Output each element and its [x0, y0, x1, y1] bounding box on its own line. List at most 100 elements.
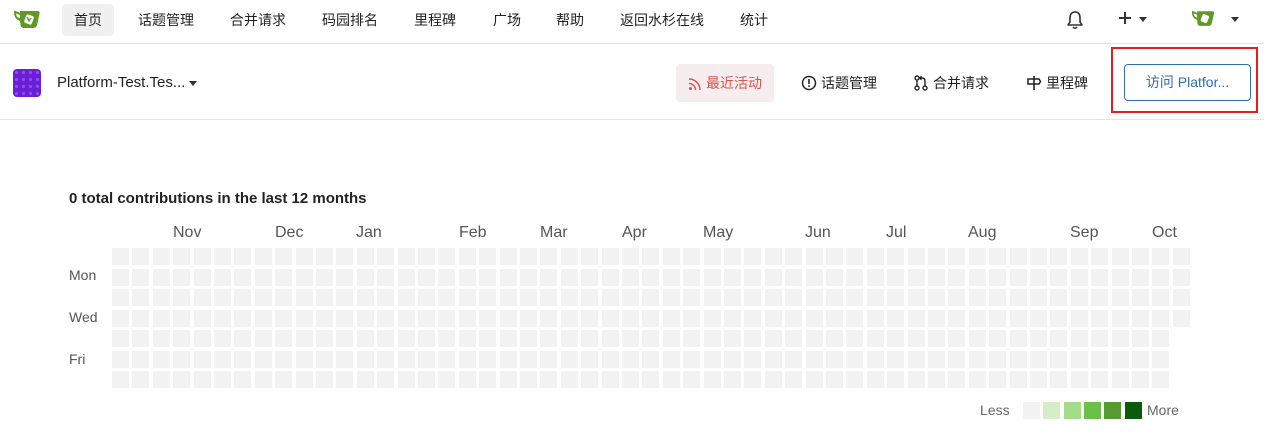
- contribution-day-cell[interactable]: [112, 309, 129, 327]
- contribution-day-cell[interactable]: [214, 371, 231, 388]
- contribution-day-cell[interactable]: [744, 268, 762, 286]
- contribution-day-cell[interactable]: [703, 330, 721, 347]
- contribution-day-cell[interactable]: [866, 330, 884, 347]
- tab-recent-activity[interactable]: 最近活动: [676, 64, 774, 102]
- contribution-day-cell[interactable]: [479, 289, 497, 306]
- contribution-day-cell[interactable]: [724, 289, 741, 306]
- contribution-day-cell[interactable]: [316, 289, 333, 306]
- contribution-day-cell[interactable]: [132, 371, 150, 388]
- contribution-day-cell[interactable]: [928, 289, 945, 306]
- contribution-day-cell[interactable]: [458, 350, 476, 368]
- contribution-day-cell[interactable]: [316, 309, 333, 327]
- repo-avatar[interactable]: [13, 69, 41, 97]
- contribution-day-cell[interactable]: [356, 289, 374, 306]
- visit-repo-button[interactable]: 访问 Platfor...: [1124, 64, 1251, 101]
- contribution-day-cell[interactable]: [1009, 268, 1027, 286]
- contribution-day-cell[interactable]: [560, 371, 578, 388]
- contribution-day-cell[interactable]: [622, 289, 639, 306]
- contribution-day-cell[interactable]: [622, 268, 639, 286]
- contribution-day-cell[interactable]: [642, 248, 660, 265]
- contribution-day-cell[interactable]: [173, 268, 191, 286]
- contribution-day-cell[interactable]: [438, 309, 456, 327]
- contribution-day-cell[interactable]: [683, 268, 701, 286]
- contribution-day-cell[interactable]: [377, 268, 395, 286]
- contribution-day-cell[interactable]: [540, 268, 558, 286]
- contribution-day-cell[interactable]: [112, 268, 129, 286]
- contribution-day-cell[interactable]: [520, 371, 537, 388]
- contribution-day-cell[interactable]: [948, 289, 966, 306]
- contribution-day-cell[interactable]: [989, 248, 1007, 265]
- contribution-day-cell[interactable]: [1111, 309, 1129, 327]
- contribution-day-cell[interactable]: [336, 371, 354, 388]
- contribution-day-cell[interactable]: [948, 248, 966, 265]
- contribution-day-cell[interactable]: [173, 309, 191, 327]
- contribution-day-cell[interactable]: [805, 330, 823, 347]
- contribution-day-cell[interactable]: [112, 289, 129, 306]
- contribution-day-cell[interactable]: [744, 330, 762, 347]
- contribution-day-cell[interactable]: [724, 248, 741, 265]
- contribution-day-cell[interactable]: [989, 371, 1007, 388]
- contribution-day-cell[interactable]: [1030, 289, 1047, 306]
- nav-item-5[interactable]: 广场: [481, 4, 533, 36]
- contribution-day-cell[interactable]: [724, 309, 741, 327]
- contribution-day-cell[interactable]: [1030, 248, 1047, 265]
- contribution-day-cell[interactable]: [1030, 268, 1047, 286]
- contribution-day-cell[interactable]: [989, 350, 1007, 368]
- contribution-day-cell[interactable]: [295, 371, 313, 388]
- contribution-day-cell[interactable]: [1152, 268, 1170, 286]
- contribution-day-cell[interactable]: [356, 268, 374, 286]
- contribution-day-cell[interactable]: [989, 268, 1007, 286]
- contribution-day-cell[interactable]: [275, 289, 293, 306]
- contribution-day-cell[interactable]: [1132, 248, 1149, 265]
- nav-item-1[interactable]: 话题管理: [126, 4, 206, 36]
- nav-item-3[interactable]: 码园排名: [310, 4, 390, 36]
- contribution-day-cell[interactable]: [295, 268, 313, 286]
- tab-milestones[interactable]: 里程碑: [1026, 64, 1088, 102]
- contribution-day-cell[interactable]: [1070, 330, 1088, 347]
- contribution-day-cell[interactable]: [662, 330, 680, 347]
- contribution-day-cell[interactable]: [805, 268, 823, 286]
- contribution-day-cell[interactable]: [581, 268, 599, 286]
- contribution-day-cell[interactable]: [1111, 350, 1129, 368]
- contribution-day-cell[interactable]: [316, 371, 333, 388]
- contribution-day-cell[interactable]: [601, 330, 619, 347]
- contribution-day-cell[interactable]: [173, 350, 191, 368]
- contribution-day-cell[interactable]: [152, 268, 170, 286]
- contribution-day-cell[interactable]: [907, 330, 925, 347]
- nav-item-8[interactable]: 统计: [728, 4, 780, 36]
- contribution-day-cell[interactable]: [662, 268, 680, 286]
- contribution-day-cell[interactable]: [887, 268, 905, 286]
- contribution-day-cell[interactable]: [622, 248, 639, 265]
- contribution-day-cell[interactable]: [928, 309, 945, 327]
- contribution-day-cell[interactable]: [948, 371, 966, 388]
- contribution-day-cell[interactable]: [499, 248, 517, 265]
- contribution-day-cell[interactable]: [683, 289, 701, 306]
- contribution-day-cell[interactable]: [1070, 371, 1088, 388]
- contribution-day-cell[interactable]: [560, 350, 578, 368]
- contribution-day-cell[interactable]: [601, 289, 619, 306]
- contribution-day-cell[interactable]: [1050, 268, 1068, 286]
- contribution-day-cell[interactable]: [703, 248, 721, 265]
- nav-item-7[interactable]: 返回水杉在线: [608, 4, 716, 36]
- contribution-day-cell[interactable]: [1050, 248, 1068, 265]
- contribution-day-cell[interactable]: [928, 268, 945, 286]
- contribution-day-cell[interactable]: [152, 309, 170, 327]
- contribution-day-cell[interactable]: [1050, 350, 1068, 368]
- contribution-day-cell[interactable]: [418, 330, 435, 347]
- contribution-day-cell[interactable]: [866, 248, 884, 265]
- contribution-day-cell[interactable]: [662, 289, 680, 306]
- contribution-day-cell[interactable]: [1132, 289, 1149, 306]
- contribution-day-cell[interactable]: [744, 289, 762, 306]
- contribution-day-cell[interactable]: [173, 330, 191, 347]
- contribution-day-cell[interactable]: [846, 268, 864, 286]
- nav-item-6[interactable]: 帮助: [544, 4, 596, 36]
- contribution-day-cell[interactable]: [724, 350, 741, 368]
- contribution-day-cell[interactable]: [928, 330, 945, 347]
- contribution-day-cell[interactable]: [744, 371, 762, 388]
- contribution-day-cell[interactable]: [152, 248, 170, 265]
- contribution-day-cell[interactable]: [234, 268, 252, 286]
- contribution-day-cell[interactable]: [1070, 289, 1088, 306]
- contribution-day-cell[interactable]: [397, 330, 415, 347]
- contribution-day-cell[interactable]: [866, 371, 884, 388]
- contribution-day-cell[interactable]: [1009, 371, 1027, 388]
